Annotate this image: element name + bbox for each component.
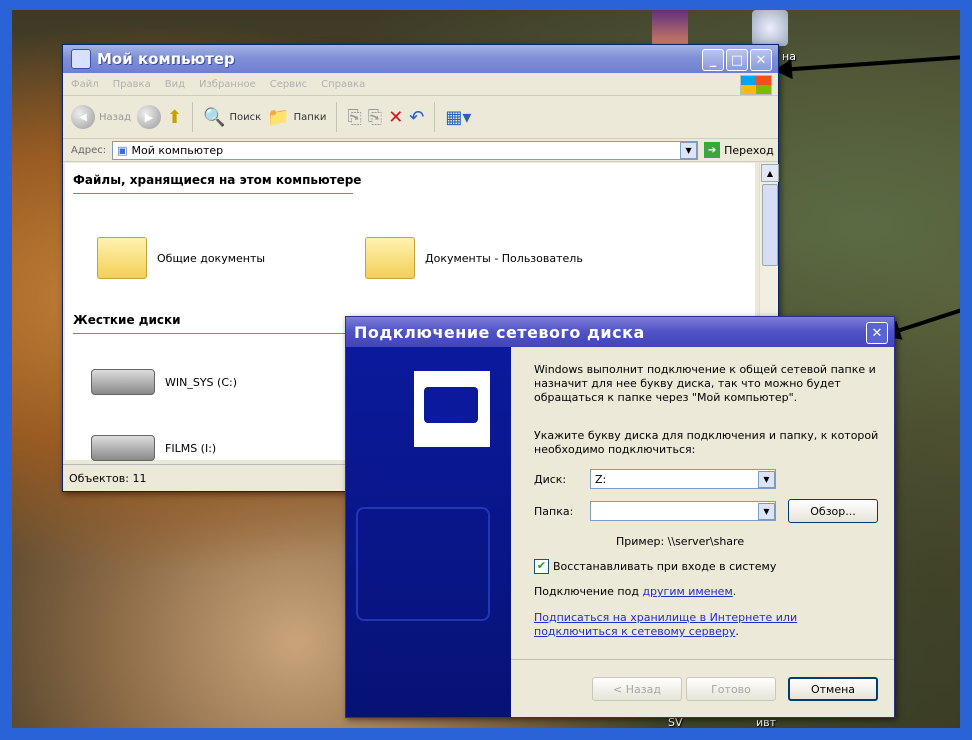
menu-edit[interactable]: Правка bbox=[113, 79, 151, 90]
search-icon: 🔍 bbox=[203, 106, 226, 128]
drive-dropdown-icon[interactable]: ▼ bbox=[758, 470, 775, 488]
folder-label: Общие документы bbox=[157, 251, 266, 265]
cancel-button[interactable]: Отмена bbox=[788, 677, 878, 701]
folder-label: Документы - Пользователь bbox=[425, 251, 583, 265]
drive-item[interactable]: WIN_SYS (C:) bbox=[91, 369, 237, 395]
scroll-up-icon[interactable]: ▲ bbox=[761, 164, 779, 182]
menu-tools[interactable]: Сервис bbox=[270, 79, 307, 90]
address-bar: Адрес: ▣ Мой компьютер ▼ ➔ Переход bbox=[63, 139, 778, 162]
storage-row: Подписаться на хранилище в Интернете или… bbox=[534, 611, 798, 638]
folders-button[interactable]: 📁 Папки bbox=[267, 107, 326, 128]
views-icon[interactable]: ▦▾ bbox=[445, 107, 471, 128]
up-folder-icon[interactable]: ⬆ bbox=[167, 107, 182, 128]
dialog-intro: Windows выполнит подключение к общей сет… bbox=[534, 363, 876, 404]
section-header: Файлы, хранящиеся на этом компьютере bbox=[73, 173, 362, 187]
dialog-instruction: Укажите букву диска для подключения и па… bbox=[534, 429, 879, 456]
drive-label: FILMS (I:) bbox=[165, 441, 217, 455]
explorer-titlebar[interactable]: Мой компьютер _ □ ✕ bbox=[63, 45, 778, 73]
toolbar: ◀ Назад ▶ ⬆ 🔍 Поиск 📁 Папки ⎘ ⎘ ✕ ↶ ▦▾ bbox=[63, 96, 778, 139]
delete-icon[interactable]: ✕ bbox=[388, 107, 403, 128]
my-computer-icon: ▣ bbox=[117, 143, 128, 157]
drive-value: Z: bbox=[595, 472, 607, 486]
dialog-close-button[interactable]: ✕ bbox=[866, 322, 888, 344]
windows-logo-icon bbox=[740, 75, 772, 95]
pointer-arrow bbox=[887, 304, 960, 336]
folder-label: Папка: bbox=[534, 504, 574, 518]
example-text: Пример: \\server\share bbox=[616, 535, 745, 548]
dialog-title: Подключение сетевого диска bbox=[354, 322, 645, 342]
back-button[interactable]: < Назад bbox=[592, 677, 682, 701]
go-arrow-icon: ➔ bbox=[704, 142, 721, 158]
reconnect-checkbox[interactable]: ✔ bbox=[534, 559, 549, 574]
copy-to-icon[interactable]: ⎘ bbox=[368, 107, 382, 128]
go-button[interactable]: ➔ Переход bbox=[704, 142, 774, 158]
user-avatar-icon[interactable] bbox=[652, 10, 688, 46]
back-button[interactable]: ◀ Назад bbox=[71, 105, 131, 129]
folder-icon bbox=[365, 237, 415, 279]
my-computer-icon bbox=[71, 49, 91, 69]
folder-select[interactable]: ▼ bbox=[590, 501, 776, 521]
drive-select[interactable]: Z: ▼ bbox=[590, 469, 776, 489]
section-header: Жесткие диски bbox=[73, 313, 181, 327]
recycle-bin-icon[interactable] bbox=[752, 10, 788, 46]
address-dropdown-icon[interactable]: ▼ bbox=[680, 141, 698, 159]
connect-as-row: Подключение под другим именем. bbox=[534, 585, 737, 598]
forward-button[interactable]: ▶ bbox=[137, 105, 162, 129]
menu-help[interactable]: Справка bbox=[321, 79, 365, 90]
maximize-button[interactable]: □ bbox=[726, 49, 748, 71]
menu-bar: Файл Правка Вид Избранное Сервис Справка bbox=[63, 73, 778, 96]
drive-label: WIN_SYS (C:) bbox=[165, 375, 237, 389]
folder-icon: 📁 bbox=[267, 106, 290, 128]
minimize-button[interactable]: _ bbox=[702, 49, 724, 71]
close-button[interactable]: ✕ bbox=[750, 49, 772, 71]
browse-button[interactable]: Обзор... bbox=[788, 499, 878, 523]
undo-icon[interactable]: ↶ bbox=[409, 107, 424, 128]
finish-button[interactable]: Готово bbox=[686, 677, 776, 701]
search-button[interactable]: 🔍 Поиск bbox=[203, 107, 261, 128]
menu-view[interactable]: Вид bbox=[165, 79, 185, 90]
folder-item[interactable]: Общие документы bbox=[97, 237, 265, 279]
address-field[interactable]: ▣ Мой компьютер ▼ bbox=[112, 140, 699, 160]
drive-label: Диск: bbox=[534, 472, 567, 486]
window-title: Мой компьютер bbox=[97, 50, 235, 68]
folder-item[interactable]: Документы - Пользователь bbox=[365, 237, 583, 279]
dialog-sidebar bbox=[346, 347, 511, 717]
dialog-titlebar[interactable]: Подключение сетевого диска ✕ bbox=[346, 317, 894, 347]
address-label: Адрес: bbox=[71, 144, 107, 156]
back-arrow-icon: ◀ bbox=[71, 105, 95, 129]
storage-link[interactable]: Подписаться на хранилище в Интернете или… bbox=[534, 611, 797, 638]
move-to-icon[interactable]: ⎘ bbox=[347, 107, 361, 128]
connect-as-link[interactable]: другим именем bbox=[642, 585, 732, 598]
hard-drive-icon bbox=[91, 369, 155, 395]
network-drive-icon bbox=[414, 371, 490, 447]
pointer-arrow bbox=[779, 55, 960, 72]
menu-file[interactable]: Файл bbox=[71, 79, 99, 90]
folder-dropdown-icon[interactable]: ▼ bbox=[758, 502, 775, 520]
connect-as-text: Подключение под bbox=[534, 585, 639, 598]
folder-icon bbox=[97, 237, 147, 279]
hard-drive-icon bbox=[91, 435, 155, 461]
status-text: Объектов: 11 bbox=[69, 471, 147, 485]
menu-favorites[interactable]: Избранное bbox=[199, 79, 256, 90]
reconnect-label: Восстанавливать при входе в систему bbox=[553, 560, 777, 573]
map-network-drive-dialog: Подключение сетевого диска ✕ Windows вып… bbox=[345, 316, 895, 718]
drive-item[interactable]: FILMS (I:) bbox=[91, 435, 216, 461]
scroll-thumb[interactable] bbox=[762, 184, 778, 266]
address-value: Мой компьютер bbox=[131, 143, 224, 157]
